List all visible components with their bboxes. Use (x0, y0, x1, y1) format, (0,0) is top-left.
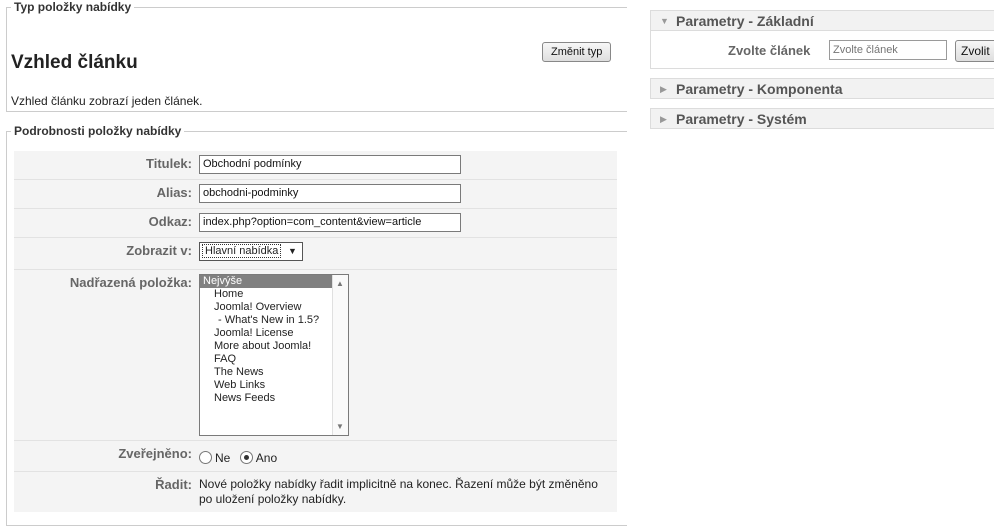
zverejneno-row: Zveřejněno: Ne Ano (14, 441, 617, 472)
list-item[interactable]: Nejvýše (200, 275, 332, 288)
list-item[interactable]: More about Joomla! (200, 340, 348, 353)
choose-article-button[interactable]: Zvolit (955, 40, 994, 62)
panel-component-header[interactable]: ▶ Parametry - Komponenta (650, 78, 994, 99)
radit-row: Řadit: Nové položky nabídky řadit implic… (14, 472, 617, 512)
change-type-button[interactable]: Změnit typ (542, 42, 612, 62)
odkaz-input[interactable] (199, 212, 461, 232)
scroll-down-icon[interactable]: ▼ (336, 422, 344, 431)
choose-article-input[interactable] (829, 40, 947, 60)
list-item[interactable]: News Feeds (200, 392, 348, 405)
list-item[interactable]: - What's New in 1.5? (200, 314, 348, 327)
layout-description: Vzhled článku zobrazí jeden článek. (11, 94, 203, 108)
parent-item-listbox[interactable]: Nejvýše Home Joomla! Overview - What's N… (199, 274, 349, 436)
alias-input[interactable] (199, 183, 461, 203)
ordering-note: Nové položky nabídky řadit implicitně na… (199, 477, 598, 506)
publish-yes-label: Ano (255, 451, 278, 465)
list-item[interactable]: Joomla! License (200, 327, 348, 340)
panel-system-title: Parametry - Systém (676, 111, 807, 127)
menu-select-value: Hlavní nabídka (202, 244, 282, 258)
layout-title: Vzhled článku (11, 52, 138, 73)
triangle-right-icon: ▶ (660, 114, 667, 124)
nadrazena-row: Nadřazená položka: Nejvýše Home Joomla! … (14, 270, 617, 441)
list-item[interactable]: Home (200, 288, 348, 301)
zobrazit-row: Zobrazit v: Hlavní nabídka ▼ (14, 238, 617, 270)
radit-label: Řadit: (155, 477, 192, 492)
panel-basic-title: Parametry - Základní (676, 13, 814, 29)
alias-row: Alias: (14, 180, 617, 209)
odkaz-row: Odkaz: (14, 209, 617, 238)
panel-basic-body: Zvolte článek Zvolit (650, 31, 994, 69)
publish-no-radio[interactable] (199, 451, 212, 464)
odkaz-label: Odkaz: (148, 214, 192, 229)
triangle-right-icon: ▶ (660, 84, 667, 94)
menu-select[interactable]: Hlavní nabídka ▼ (199, 242, 304, 261)
publish-no-label: Ne (215, 451, 231, 465)
zverejneno-label: Zveřejněno: (118, 446, 192, 461)
list-item[interactable]: Web Links (200, 379, 348, 392)
choose-article-label: Zvolte článek (728, 43, 811, 58)
list-item[interactable]: FAQ (200, 353, 348, 366)
listbox-scrollbar[interactable]: ▲ ▼ (332, 275, 348, 435)
alias-label: Alias: (156, 185, 192, 200)
chevron-down-icon: ▼ (287, 246, 297, 256)
zobrazit-label: Zobrazit v: (126, 243, 192, 258)
menu-item-type-legend: Typ položky nabídky (14, 0, 132, 14)
panel-component-title: Parametry - Komponenta (676, 81, 843, 97)
publish-yes-radio[interactable] (239, 451, 253, 464)
titulek-label: Titulek: (146, 156, 192, 171)
menu-item-type-fieldset: Typ položky nabídky Vzhled článku Změnit… (6, 0, 627, 112)
titulek-input[interactable] (199, 154, 461, 174)
panel-basic-header[interactable]: ▼ Parametry - Základní (650, 10, 994, 31)
nadrazena-label: Nadřazená položka: (69, 275, 192, 290)
triangle-down-icon: ▼ (660, 16, 669, 26)
list-item[interactable]: The News (200, 366, 348, 379)
menu-item-details-legend: Podrobnosti položky nabídky (14, 124, 182, 138)
panel-system-header[interactable]: ▶ Parametry - Systém (650, 108, 994, 129)
titulek-row: Titulek: (14, 151, 617, 180)
list-item[interactable]: Joomla! Overview (200, 301, 348, 314)
scroll-up-icon[interactable]: ▲ (336, 279, 344, 288)
